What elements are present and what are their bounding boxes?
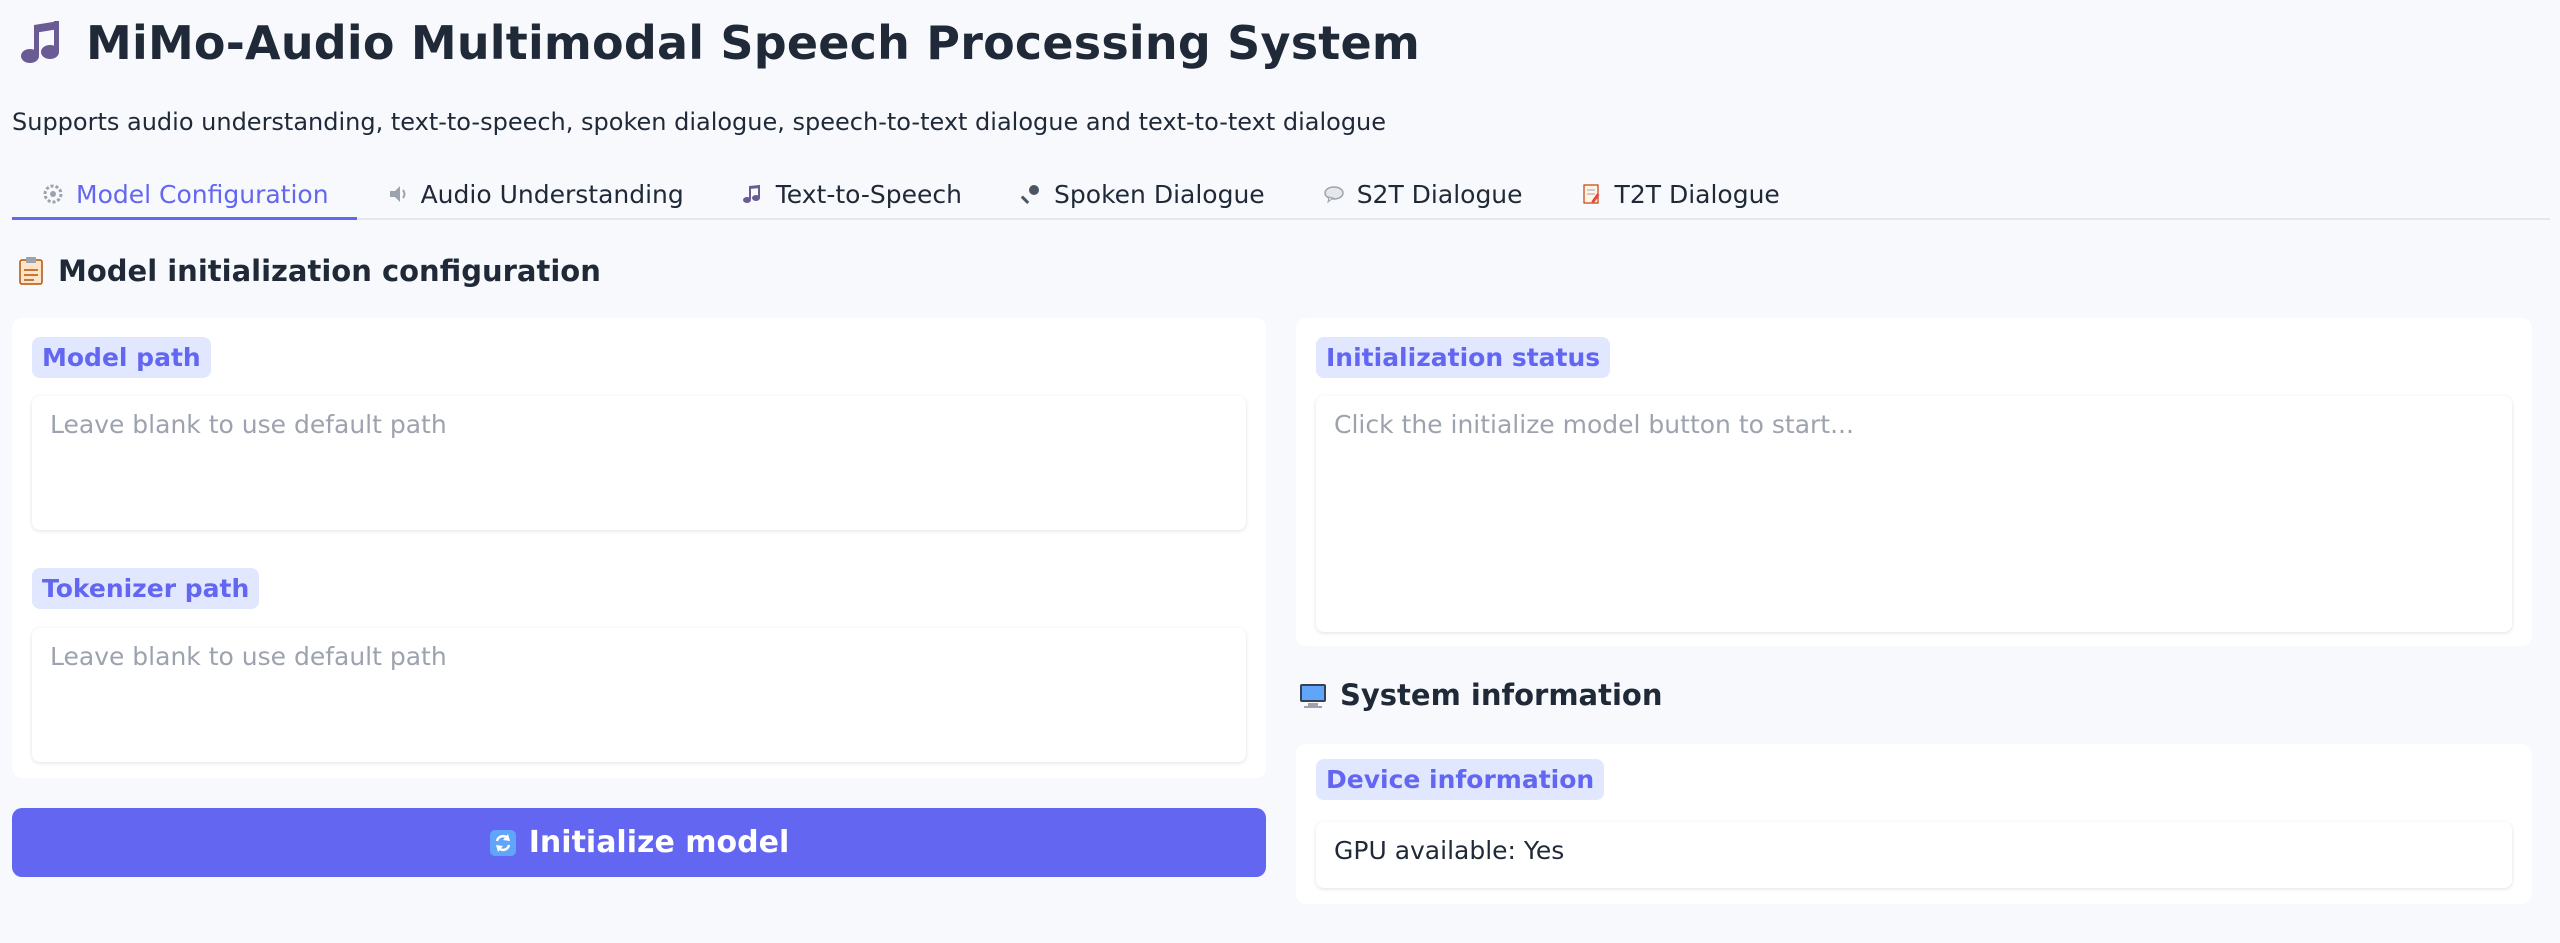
- music-note-icon: [21, 21, 59, 63]
- computer-icon: [1300, 684, 1326, 708]
- app-root: MiMo-Audio Multimodal Speech Processing …: [0, 0, 2560, 943]
- tokenizer-path-input[interactable]: Leave blank to use default path: [32, 628, 1246, 762]
- model-path-label: Model path: [32, 337, 211, 378]
- page-title: MiMo-Audio Multimodal Speech Processing …: [86, 16, 1420, 70]
- refresh-icon: [489, 829, 516, 856]
- speaker-icon: [385, 181, 411, 207]
- device-info-label: Device information: [1316, 759, 1605, 800]
- initialization-status-output[interactable]: Click the initialize model button to sta…: [1316, 396, 2512, 632]
- tab-label: Audio Understanding: [420, 179, 684, 209]
- section-title-text: System information: [1340, 678, 1663, 712]
- clipboard-icon: [19, 257, 43, 285]
- initialize-model-button[interactable]: Initialize model: [12, 808, 1266, 877]
- speech-bubble-icon: [1321, 181, 1347, 207]
- config-section-title: Model initialization configuration: [16, 254, 601, 288]
- tab-label: T2T Dialogue: [1614, 179, 1780, 209]
- initialization-status-label: Initialization status: [1316, 337, 1611, 378]
- config-panel: Model path Leave blank to use default pa…: [12, 318, 1266, 778]
- tab-label: Spoken Dialogue: [1054, 179, 1265, 209]
- device-info-panel: Device information GPU available: Yes: [1296, 744, 2532, 904]
- music-note-icon: [740, 181, 766, 207]
- device-info-value: GPU available: Yes: [1316, 822, 2512, 888]
- microphone-icon: [1018, 181, 1044, 207]
- tab-text-to-speech[interactable]: Text-to-Speech: [712, 170, 990, 218]
- section-title-text: Model initialization configuration: [58, 254, 601, 288]
- tab-bar: Model Configuration Audio Understanding …: [12, 170, 2550, 220]
- tokenizer-path-label: Tokenizer path: [32, 568, 260, 609]
- tab-audio-understanding[interactable]: Audio Understanding: [357, 170, 712, 218]
- tab-label: Model Configuration: [76, 179, 329, 209]
- gear-icon: [40, 181, 66, 207]
- page-subtitle: Supports audio understanding, text-to-sp…: [12, 108, 1387, 136]
- tab-s2t-dialogue[interactable]: S2T Dialogue: [1293, 170, 1551, 218]
- tab-model-configuration[interactable]: Model Configuration: [12, 170, 357, 220]
- model-path-input[interactable]: Leave blank to use default path: [32, 396, 1246, 530]
- system-section-title: System information: [1298, 678, 1662, 712]
- tab-t2t-dialogue[interactable]: T2T Dialogue: [1551, 170, 1808, 218]
- tab-spoken-dialogue[interactable]: Spoken Dialogue: [990, 170, 1293, 218]
- memo-icon: [1579, 181, 1605, 207]
- initialize-model-button-label: Initialize model: [528, 825, 790, 860]
- status-panel: Initialization status Click the initiali…: [1296, 318, 2532, 646]
- tab-label: Text-to-Speech: [775, 179, 963, 209]
- tab-label: S2T Dialogue: [1356, 179, 1523, 209]
- header: MiMo-Audio Multimodal Speech Processing …: [18, 16, 1420, 70]
